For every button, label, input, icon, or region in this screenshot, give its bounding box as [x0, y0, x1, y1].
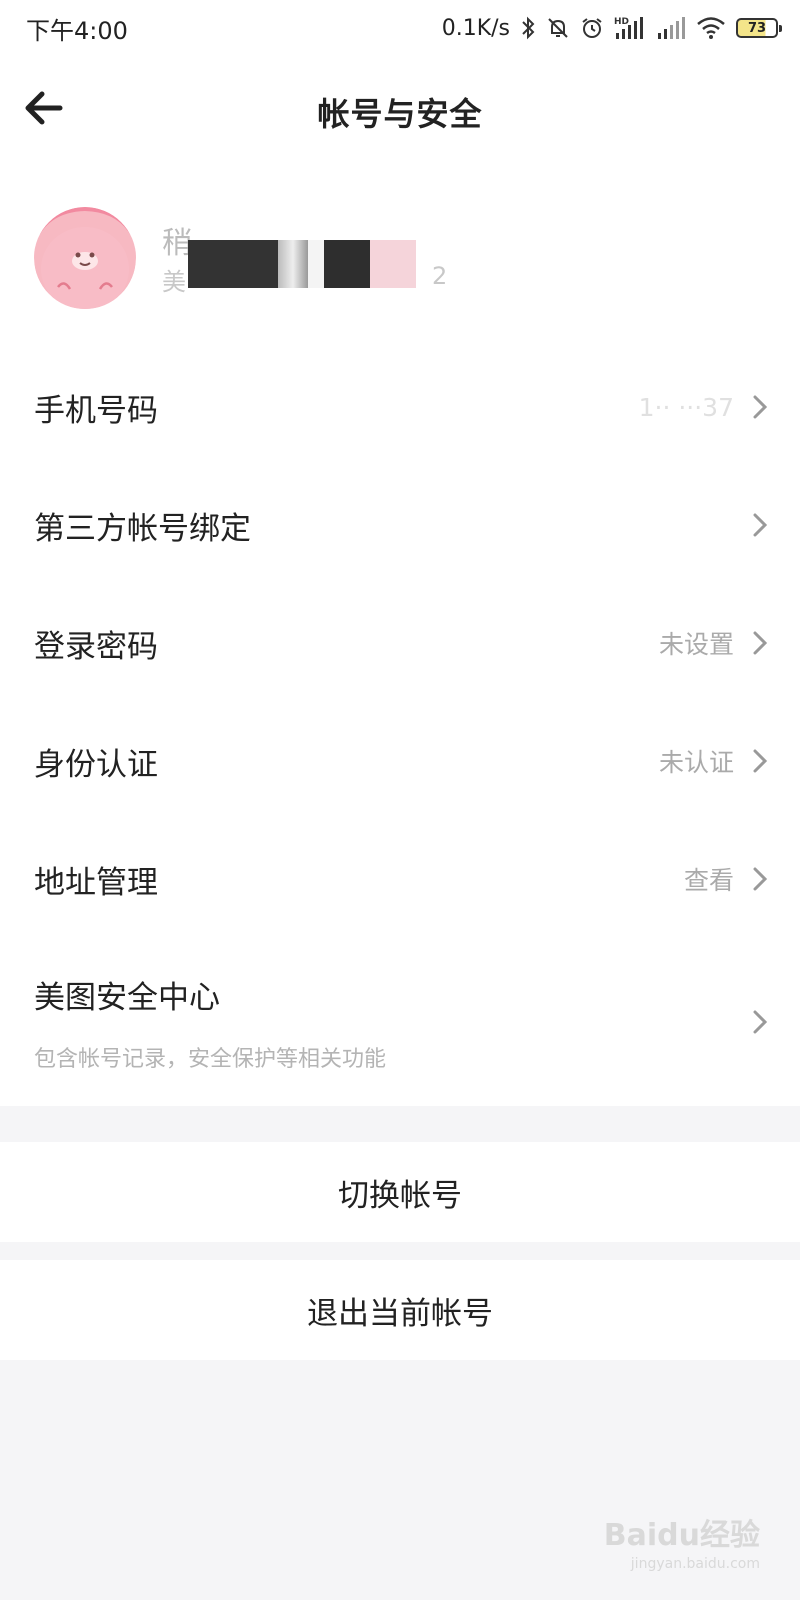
- avatar[interactable]: [34, 207, 136, 309]
- row-subtitle: 包含帐号记录，安全保护等相关功能: [34, 1046, 387, 1072]
- nav-bar: 帐号与安全: [0, 56, 800, 168]
- battery-icon: 73: [736, 18, 782, 38]
- row-label: 第三方帐号绑定: [34, 510, 251, 547]
- page-title: 帐号与安全: [317, 95, 483, 133]
- chevron-right-icon: [753, 1010, 768, 1034]
- chevron-right-icon: [753, 513, 768, 537]
- signal-hd-icon: HD: [614, 15, 646, 41]
- row-phone-number[interactable]: 手机号码 1·· ···37: [0, 348, 800, 466]
- avatar-image: [34, 207, 136, 309]
- row-security-center[interactable]: 美图安全中心 包含帐号记录，安全保护等相关功能: [0, 938, 800, 1106]
- alarm-icon: [580, 16, 604, 40]
- mute-bell-icon: [546, 16, 570, 40]
- row-value: 未认证: [658, 748, 734, 777]
- profile-id-prefix: 美: [162, 268, 186, 296]
- status-time: 下午4:00: [26, 16, 128, 45]
- status-icons: 0.1K/s HD 73: [441, 15, 782, 41]
- chevron-right-icon: [753, 395, 768, 419]
- row-identity-verification[interactable]: 身份认证 未认证: [0, 702, 800, 820]
- watermark-logo: Baidu经验 jingyan.baidu.com: [604, 1510, 760, 1572]
- signal-icon: [656, 16, 686, 40]
- row-label: 手机号码: [34, 392, 158, 429]
- row-label: 地址管理: [34, 864, 158, 901]
- row-third-party-binding[interactable]: 第三方帐号绑定: [0, 466, 800, 584]
- row-value: 查看: [683, 866, 734, 895]
- profile-id-tail: 2: [432, 262, 448, 290]
- chevron-right-icon: [753, 749, 768, 773]
- switch-account-button[interactable]: 切换帐号: [0, 1142, 800, 1242]
- net-speed: 0.1K/s: [441, 15, 510, 41]
- row-label: 登录密码: [34, 628, 158, 665]
- top-section: 下午4:00 0.1K/s HD 73 帐号与安全 稍 美 2: [0, 0, 800, 348]
- section-divider: [0, 1242, 800, 1260]
- settings-list: 手机号码 1·· ···37 第三方帐号绑定 登录密码 未设置 身份认证 未认证…: [0, 348, 800, 1106]
- bluetooth-icon: [520, 16, 536, 40]
- status-bar: 下午4:00 0.1K/s HD 73: [0, 0, 800, 56]
- watermark-brand: Baidu经验: [603, 1518, 760, 1553]
- row-login-password[interactable]: 登录密码 未设置: [0, 584, 800, 702]
- chevron-right-icon: [753, 631, 768, 655]
- logout-button[interactable]: 退出当前帐号: [0, 1260, 800, 1360]
- redaction-mask: [188, 240, 416, 288]
- row-value: 未设置: [658, 630, 734, 659]
- section-divider: [0, 1106, 800, 1142]
- profile-card[interactable]: 稍 美 D: 2: [0, 168, 800, 348]
- profile-info: 稍 美 D: 2: [162, 218, 462, 298]
- wifi-icon: [696, 16, 726, 40]
- chevron-right-icon: [753, 867, 768, 891]
- hd-label: HD: [614, 17, 629, 27]
- back-button[interactable]: [22, 86, 70, 134]
- row-label: 美图安全中心: [34, 979, 220, 1016]
- watermark-url: jingyan.baidu.com: [630, 1556, 760, 1572]
- row-value: 1·· ···37: [638, 392, 734, 422]
- arrow-left-icon: [25, 91, 63, 125]
- row-label: 身份认证: [34, 746, 158, 783]
- row-address-management[interactable]: 地址管理 查看: [0, 820, 800, 938]
